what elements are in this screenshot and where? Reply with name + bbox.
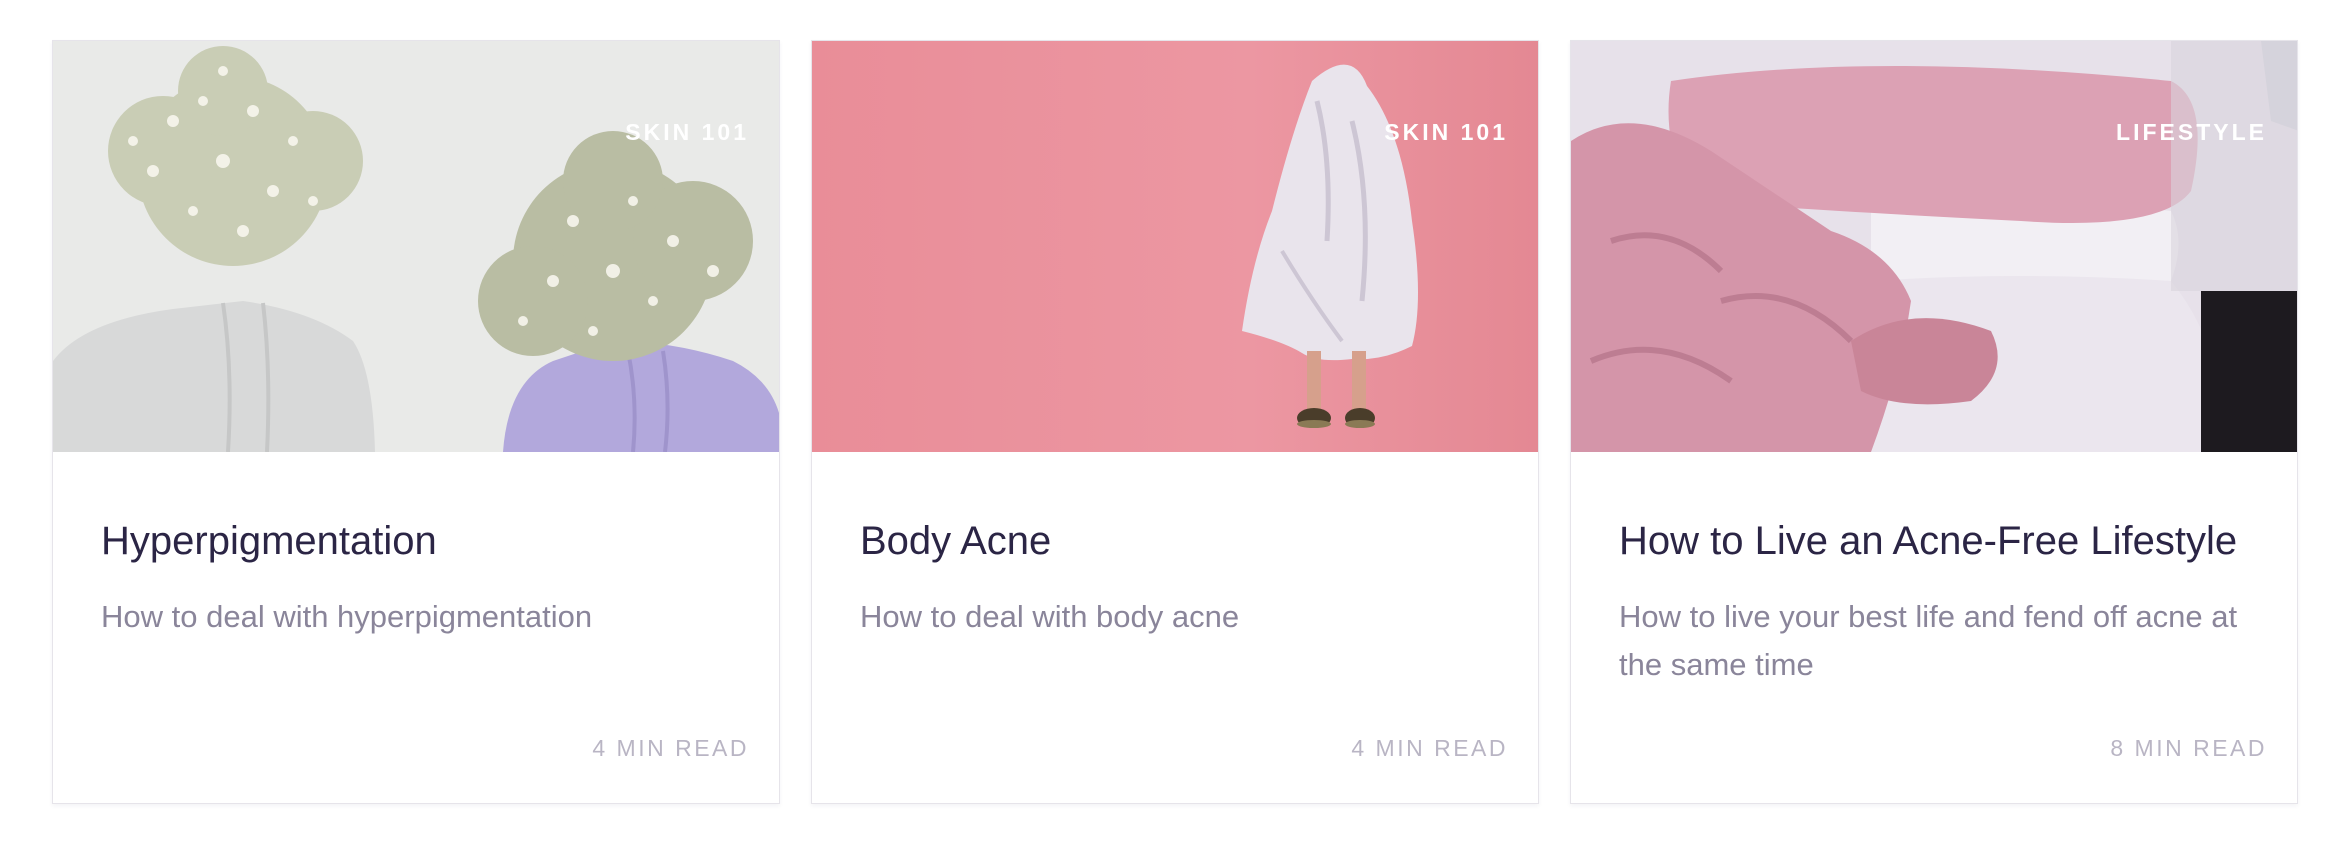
read-time: 8 MIN READ [2110,735,2267,761]
category-tag: SKIN 101 [1384,119,1508,145]
read-time: 4 MIN READ [592,735,749,761]
card-description: How to deal with body acne [860,599,1240,634]
article-card-body-acne[interactable]: SKIN 101 Body Acne How to deal with body… [811,40,1539,804]
article-card-hyperpigmentation[interactable]: SKIN 101 Hyperpigmentation How to deal w… [52,40,780,804]
card-description: How to live your best life and fend off … [1619,599,2238,682]
card-title[interactable]: Hyperpigmentation [101,517,437,565]
read-time: 4 MIN READ [1351,735,1508,761]
category-tag: LIFESTYLE [2116,119,2267,145]
article-card-lifestyle[interactable]: LIFESTYLE How to Live an Acne-Free Lifes… [1570,40,2298,804]
hyperpigmentation-photo: SKIN 101 [53,41,779,452]
card-title[interactable]: How to Live an Acne-Free Lifestyle [1619,517,2237,565]
lifestyle-photo: LIFESTYLE [1571,41,2297,452]
category-tag: SKIN 101 [625,119,749,145]
body-acne-photo: SKIN 101 [812,41,1538,452]
card-title[interactable]: Body Acne [860,517,1051,565]
card-description: How to deal with hyperpigmentation [101,599,593,634]
